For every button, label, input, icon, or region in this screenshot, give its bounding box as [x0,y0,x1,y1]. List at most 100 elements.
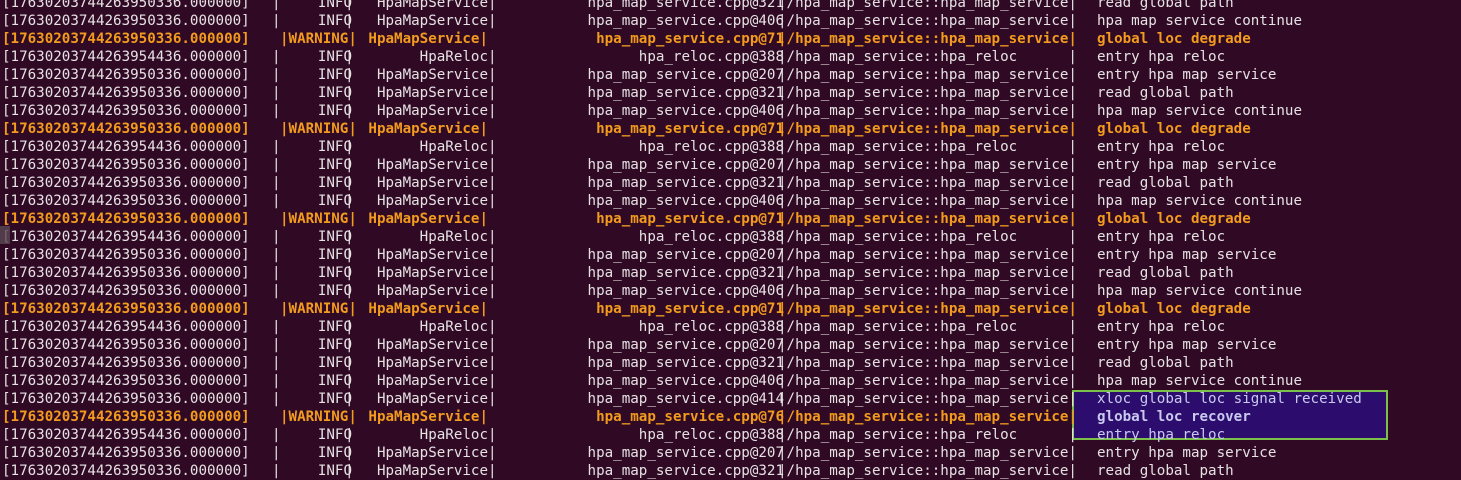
log-module: HpaMapService [376,67,488,83]
log-message: global loc degrade [1097,31,1251,47]
log-function: |/hpa_map_service::hpa_map_service| [778,265,1077,281]
log-function: |/hpa_map_service::hpa_map_service| [778,337,1077,353]
log-source-file: hpa_map_service.cpp@321 [587,0,784,11]
log-module: HpaMapService [376,157,488,173]
log-module: HpaMapService [376,175,488,191]
column-separator: | [488,283,497,299]
log-message: entry hpa reloc [1097,229,1226,245]
log-level: INFO [317,391,352,407]
log-function: |/hpa_map_service::hpa_map_service| [778,355,1077,371]
column-separator: | [488,157,497,173]
log-message: read global path [1097,463,1234,479]
log-timestamp: [17630203744263950336.000000] [2,67,250,83]
log-module: HpaMapService [376,13,488,29]
log-row-info: [17630203744263950336.000000] | INFO | HpaMa… [0,390,1461,408]
log-module: HpaMapService| [368,31,488,47]
log-source-file: hpa_map_service.cpp@71 [596,121,784,137]
column-separator: | [488,265,497,281]
column-separator: | [345,49,354,65]
log-level: INFO [317,103,352,119]
log-function: |/hpa_map_service::hpa_map_service| [778,31,1077,47]
log-source-file: hpa_map_service.cpp@207 [587,157,784,173]
column-separator: | [488,463,497,479]
log-module: HpaMapService [376,463,488,479]
log-row-warning: [17630203744263950336.000000] |WARNING| Hp… [0,408,1461,426]
column-separator: | [345,373,354,389]
column-separator: | [345,355,354,371]
log-timestamp: [17630203744263950336.000000] [2,85,250,101]
log-timestamp: [17630203744263950336.000000] [2,355,250,371]
log-timestamp: [17630203744263950336.000000] [2,301,250,317]
log-level: INFO [317,445,352,461]
log-timestamp: [17630203744263954436.000000] [2,229,250,245]
log-timestamp: [17630203744263954436.000000] [2,139,250,155]
log-level: INFO [317,283,352,299]
column-separator: | [488,247,497,263]
log-module: HpaMapService [376,103,488,119]
log-row-info: [17630203744263950336.000000] | INFO | HpaMa… [0,102,1461,120]
log-level: INFO [317,193,352,209]
log-timestamp: [17630203744263950336.000000] [2,211,250,227]
column-separator: | [488,85,497,101]
column-separator: | [345,0,354,11]
column-separator: | [488,175,497,191]
terminal-log-output[interactable]: [17630203744263950336.000000] | INFO | HpaMa… [0,0,1461,480]
log-timestamp: [17630203744263950336.000000] [2,31,250,47]
column-separator: | [345,391,354,407]
log-source-file: hpa_map_service.cpp@321 [587,265,784,281]
log-function: |/hpa_map_service::hpa_reloc | [778,229,1077,245]
log-message: global loc recover [1097,409,1251,425]
column-separator: | [345,247,354,263]
log-timestamp: [17630203744263950336.000000] [2,175,250,191]
log-function: |/hpa_map_service::hpa_reloc | [778,139,1077,155]
log-source-file: hpa_map_service.cpp@71 [596,31,784,47]
log-message: entry hpa reloc [1097,319,1226,335]
log-row-info: [17630203744263954436.000000] | INFO | HpaRe… [0,318,1461,336]
log-function: |/hpa_map_service::hpa_map_service| [778,175,1077,191]
log-function: |/hpa_map_service::hpa_reloc | [778,49,1077,65]
log-message: entry hpa reloc [1097,139,1226,155]
log-source-file: hpa_reloc.cpp@388 [638,139,784,155]
log-module: HpaReloc [419,139,488,155]
log-message: entry hpa map service [1097,337,1277,353]
log-level: INFO [317,373,352,389]
log-module: HpaMapService| [368,121,488,137]
log-row-info: [17630203744263950336.000000] | INFO | HpaMa… [0,0,1461,12]
log-level: INFO [317,175,352,191]
log-module: HpaMapService [376,265,488,281]
log-timestamp: [17630203744263950336.000000] [2,0,250,11]
column-separator: | [488,49,497,65]
log-message: hpa map service continue [1097,373,1302,389]
log-source-file: hpa_map_service.cpp@321 [587,175,784,191]
log-source-file: hpa_map_service.cpp@207 [587,67,784,83]
column-separator: | [345,427,354,443]
log-function: |/hpa_map_service::hpa_map_service| [778,67,1077,83]
log-source-file: hpa_map_service.cpp@207 [587,247,784,263]
log-function: |/hpa_map_service::hpa_map_service| [778,193,1077,209]
log-function: |/hpa_map_service::hpa_map_service| [778,247,1077,263]
log-row-info: [17630203744263954436.000000] | INFO | HpaRe… [0,48,1461,66]
log-message: hpa map service continue [1097,193,1302,209]
log-level: INFO [317,139,352,155]
log-module: HpaMapService [376,247,488,263]
log-module: HpaMapService [376,85,488,101]
log-timestamp: [17630203744263954436.000000] [2,427,250,443]
log-row-info: [17630203744263950336.000000] | INFO | HpaMa… [0,12,1461,30]
column-separator: | [488,139,497,155]
log-message: read global path [1097,265,1234,281]
log-source-file: hpa_reloc.cpp@388 [638,229,784,245]
log-level: INFO [317,67,352,83]
log-module: HpaMapService| [368,211,488,227]
log-row-info: [17630203744263950336.000000] | INFO | HpaMa… [0,336,1461,354]
log-row-info: [17630203744263950336.000000] | INFO | HpaMa… [0,462,1461,480]
log-timestamp: [17630203744263950336.000000] [2,157,250,173]
log-message: global loc degrade [1097,211,1251,227]
column-separator: | [488,229,497,245]
log-message: entry hpa map service [1097,67,1277,83]
log-timestamp: [17630203744263950336.000000] [2,13,250,29]
column-separator: | [345,463,354,479]
log-module: HpaMapService [376,283,488,299]
column-separator: | [488,445,497,461]
log-function: |/hpa_map_service::hpa_map_service| [778,373,1077,389]
log-module: HpaMapService [376,0,488,11]
